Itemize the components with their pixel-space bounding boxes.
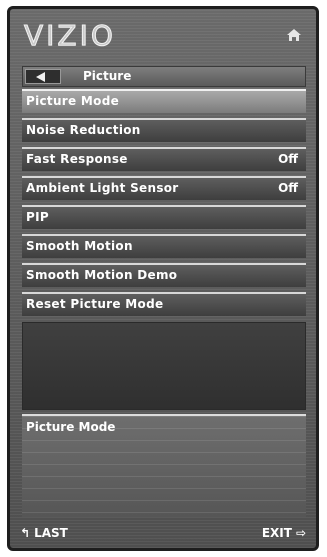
menu-item-smooth-motion[interactable]: Smooth Motion (22, 234, 306, 258)
menu-item-label: Fast Response (26, 152, 128, 166)
menu-item-label: Smooth Motion Demo (26, 268, 178, 282)
return-arrow-icon: ↰ (20, 526, 31, 540)
breadcrumb: Picture (22, 66, 306, 87)
menu-footer: ↰ LAST EXIT ⇨ (10, 522, 316, 548)
menu-item-label: Ambient Light Sensor (26, 181, 179, 195)
menu-item-ambient-light-sensor[interactable]: Ambient Light Sensor Off (22, 176, 306, 200)
menu-item-label: Picture Mode (26, 94, 120, 108)
menu-item-smooth-motion-demo[interactable]: Smooth Motion Demo (22, 263, 306, 287)
help-panel: Picture Mode (22, 414, 306, 517)
breadcrumb-title: Picture (83, 69, 132, 83)
last-label: LAST (34, 526, 68, 540)
help-title: Picture Mode (26, 420, 116, 434)
menu-item-picture-mode[interactable]: Picture Mode (22, 89, 306, 113)
menu-header: VIZIO (10, 9, 316, 65)
exit-button[interactable]: EXIT ⇨ (262, 526, 306, 540)
home-icon[interactable] (286, 27, 302, 43)
menu-item-label: Reset Picture Mode (26, 297, 164, 311)
menu-item-label: PIP (26, 210, 49, 224)
menu-item-value: Off (278, 181, 298, 195)
empty-panel (22, 322, 306, 410)
back-arrow-icon (36, 72, 45, 82)
menu-item-label: Noise Reduction (26, 123, 141, 137)
exit-label: EXIT (261, 526, 292, 540)
back-button[interactable] (25, 69, 61, 84)
menu-item-noise-reduction[interactable]: Noise Reduction (22, 118, 306, 142)
menu-item-reset-picture-mode[interactable]: Reset Picture Mode (22, 292, 306, 316)
menu-item-value: Off (278, 152, 298, 166)
menu-item-pip[interactable]: PIP (22, 205, 306, 229)
vizio-logo: VIZIO (24, 19, 116, 53)
menu-item-label: Smooth Motion (26, 239, 133, 253)
exit-arrow-icon: ⇨ (295, 526, 306, 540)
menu-item-fast-response[interactable]: Fast Response Off (22, 147, 306, 171)
settings-menu: VIZIO Picture Picture Mode Noise Reducti… (7, 6, 319, 551)
menu-list: Picture Mode Noise Reduction Fast Respon… (22, 89, 306, 321)
last-button[interactable]: ↰ LAST (20, 526, 68, 540)
